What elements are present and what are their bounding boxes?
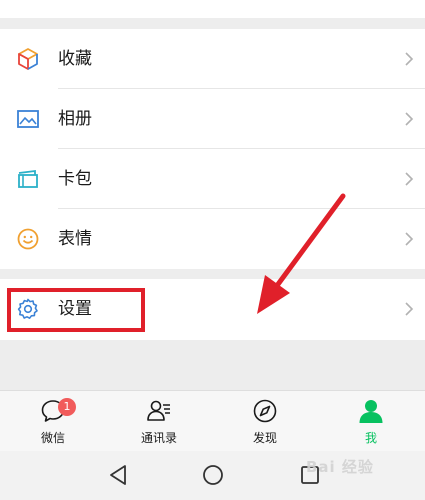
chevron-right-icon <box>405 232 414 246</box>
tab-label: 发现 <box>252 431 277 445</box>
tab-label: 通讯录 <box>140 431 177 445</box>
tab-discover[interactable]: 发现 <box>212 391 318 451</box>
menu-item-stickers[interactable]: 表情 <box>0 209 425 269</box>
menu-group-main: 收藏 相册 卡包 表情 <box>0 29 425 269</box>
chevron-right-icon <box>405 302 414 316</box>
tab-chats[interactable]: 1 微信 <box>0 391 106 451</box>
watermark: Bai 经验 <box>306 458 374 476</box>
menu-item-label: 卡包 <box>58 169 92 189</box>
menu-item-card-wallet[interactable]: 卡包 <box>0 149 425 209</box>
tab-me[interactable]: 我 <box>318 391 424 451</box>
back-triangle-icon[interactable] <box>106 463 130 487</box>
top-section <box>0 0 425 18</box>
tab-label: 微信 <box>40 431 65 445</box>
unread-badge: 1 <box>58 398 76 416</box>
menu-item-label: 收藏 <box>58 49 92 69</box>
menu-item-favorites[interactable]: 收藏 <box>0 29 425 89</box>
bottom-tab-bar: 1 微信 通讯录 发现 我 <box>0 390 425 451</box>
chevron-right-icon <box>405 52 414 66</box>
settings-highlight-box <box>7 288 145 332</box>
sticker-smile-icon <box>15 226 41 252</box>
home-circle-icon[interactable] <box>201 463 225 487</box>
contacts-icon <box>147 400 170 421</box>
menu-item-album[interactable]: 相册 <box>0 89 425 149</box>
album-picture-icon <box>15 106 41 132</box>
person-icon <box>359 400 383 423</box>
menu-item-label: 表情 <box>58 229 92 249</box>
chevron-right-icon <box>405 172 414 186</box>
tab-label: 我 <box>364 431 377 445</box>
card-wallet-icon <box>15 166 41 192</box>
section-gap <box>0 18 425 29</box>
menu-item-label: 相册 <box>58 109 92 129</box>
chevron-right-icon <box>405 112 414 126</box>
favorites-cube-icon <box>15 46 41 72</box>
compass-icon <box>253 399 277 423</box>
tab-contacts[interactable]: 通讯录 <box>106 391 212 451</box>
